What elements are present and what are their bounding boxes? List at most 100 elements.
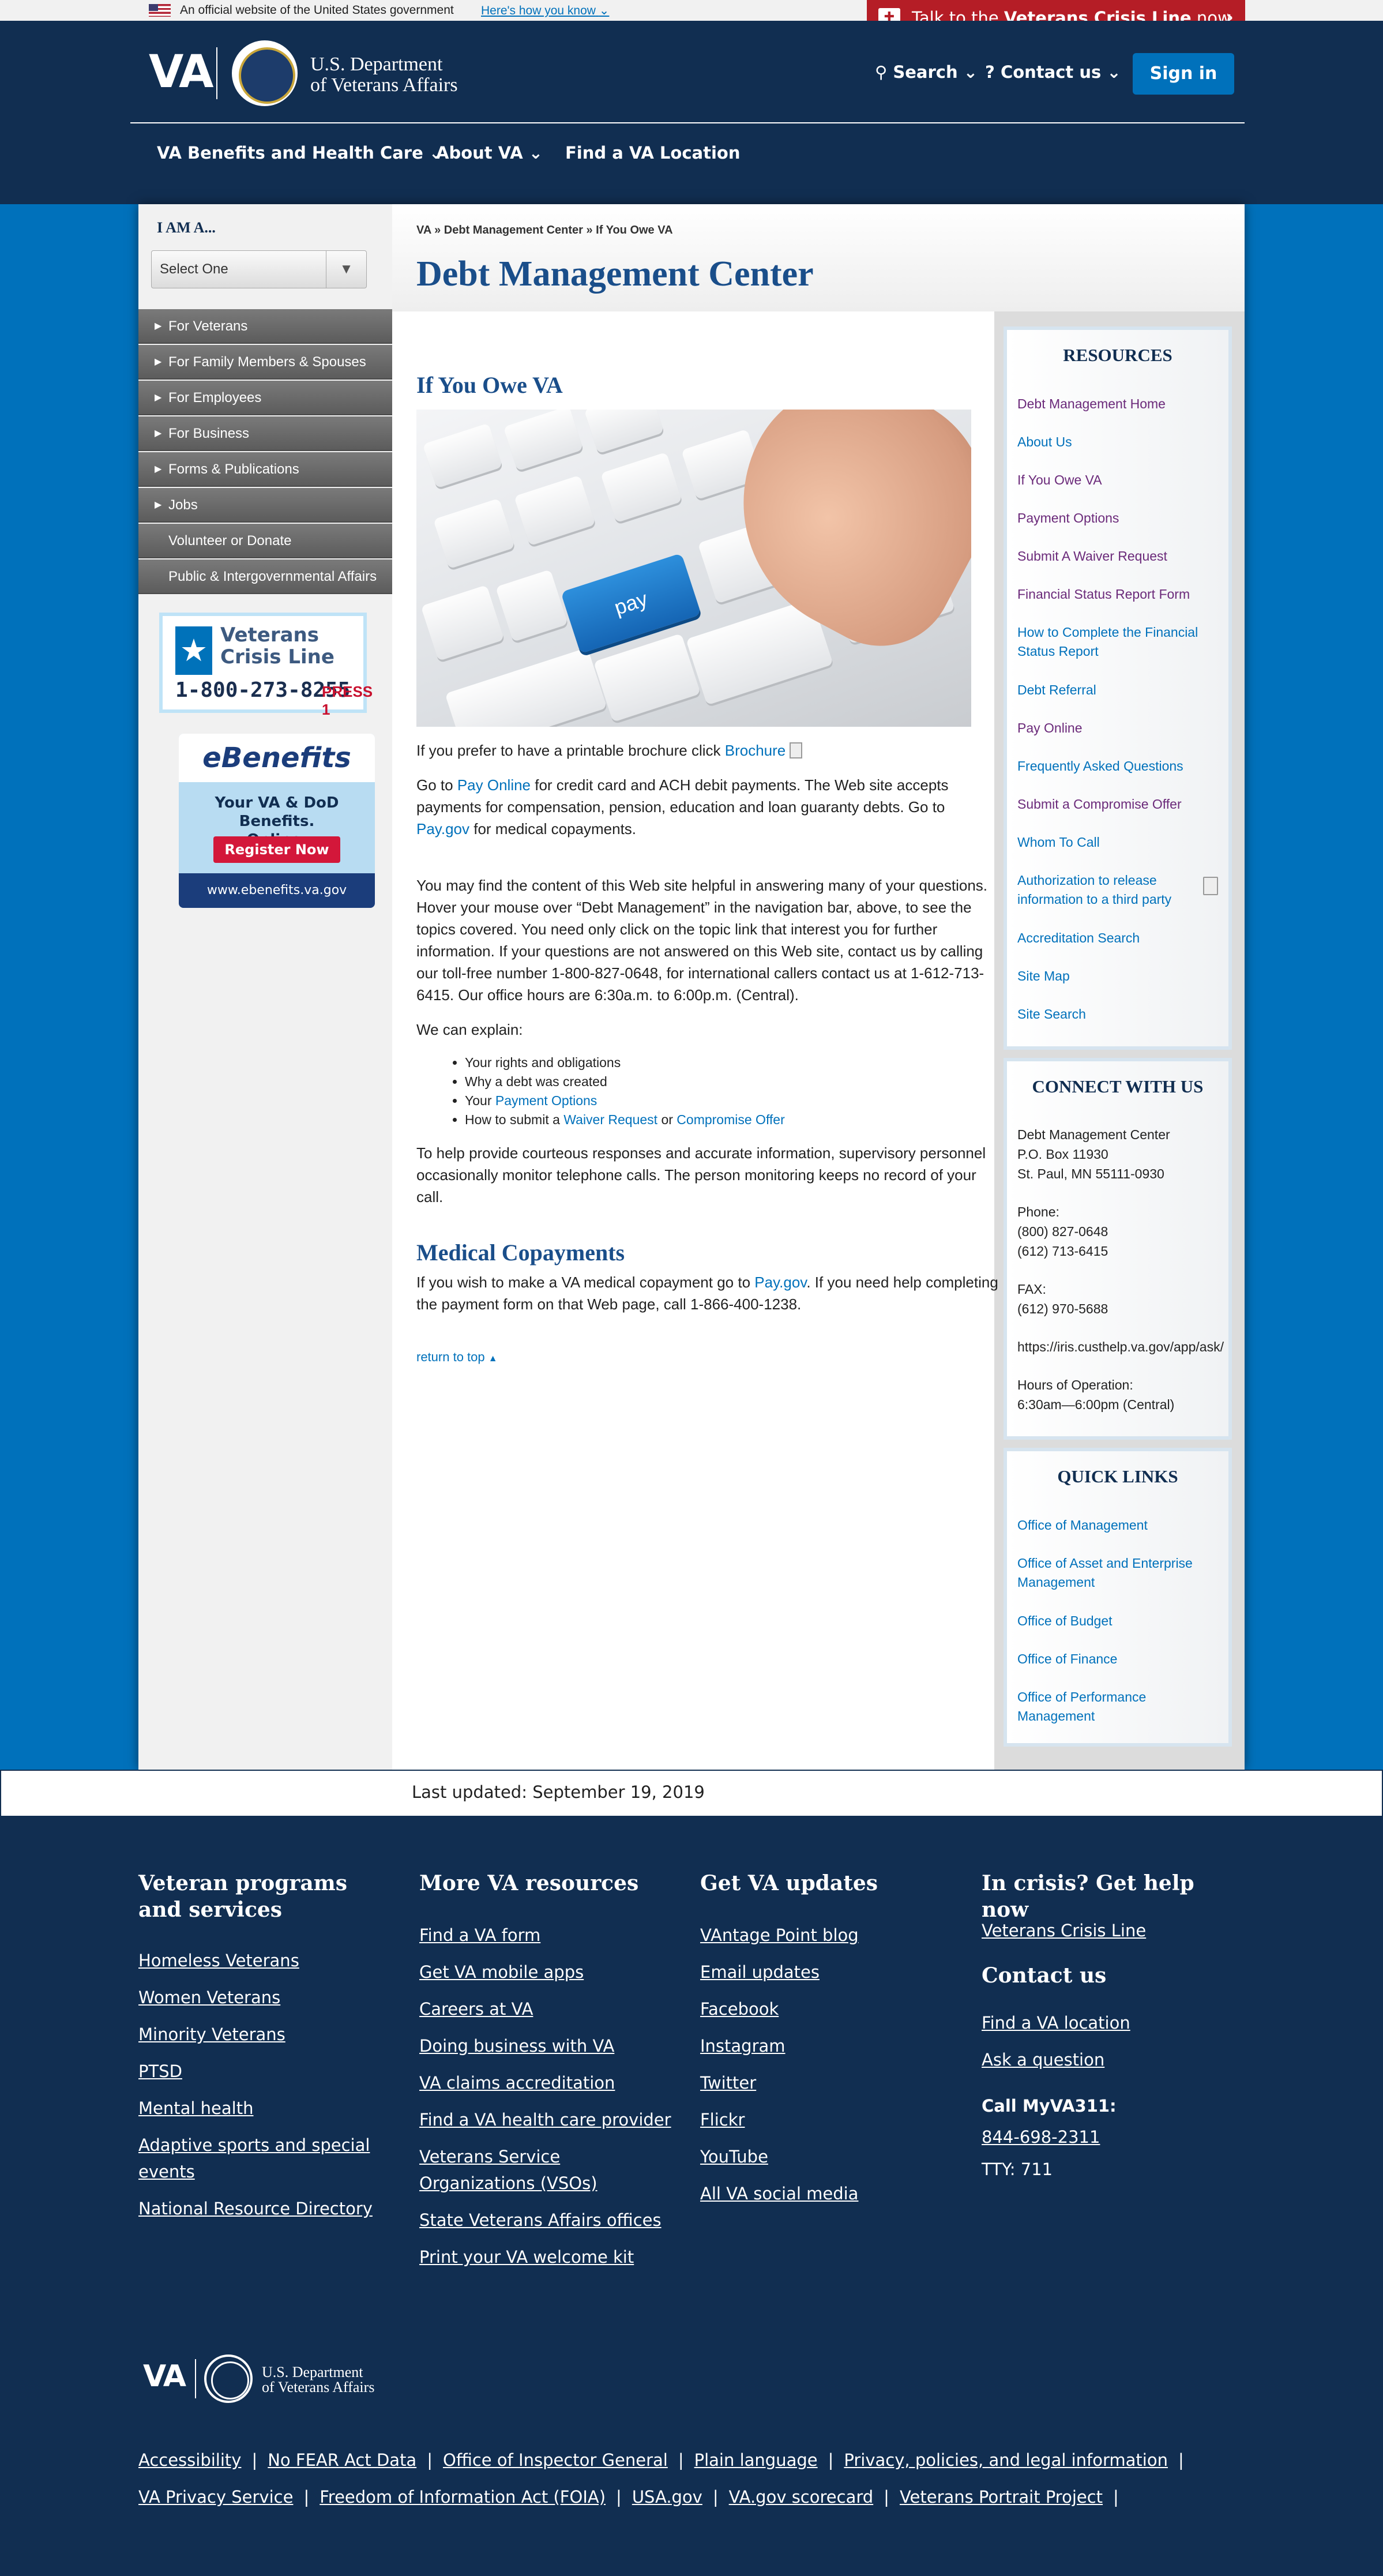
footer-find-location-link[interactable]: Find a VA location (982, 2010, 1130, 2036)
left-nav-forms-publications[interactable]: ▶ Forms & Publications (138, 452, 392, 487)
footer-link[interactable]: Find a VA form (419, 1922, 540, 1948)
i-am-a-heading: I AM A... (157, 219, 216, 236)
footer-link[interactable]: All VA social media (700, 2180, 858, 2207)
resource-link-compromise-offer[interactable]: Submit a Compromise Offer (1017, 795, 1208, 814)
heres-how-label: Here's how you know (481, 4, 596, 17)
left-nav-jobs[interactable]: ▶ Jobs (138, 488, 392, 523)
resource-link-site-search[interactable]: Site Search (1017, 1005, 1208, 1024)
separator: | (884, 2487, 889, 2507)
resource-link-whom-to-call[interactable]: Whom To Call (1017, 833, 1208, 852)
resource-link-authorization[interactable]: Authorization to release information to … (1017, 871, 1190, 909)
left-nav-employees[interactable]: ▶ For Employees (138, 381, 392, 415)
resource-link-accreditation-search[interactable]: Accreditation Search (1017, 929, 1208, 948)
footer-link[interactable]: Find a VA health care provider (419, 2106, 671, 2133)
nav-about-va[interactable]: About VA ⌄ (436, 143, 543, 163)
footer-link[interactable]: VA claims accreditation (419, 2070, 615, 2096)
resource-link-debt-referral[interactable]: Debt Referral (1017, 681, 1208, 700)
footer-bottom-link[interactable]: Veterans Portrait Project (900, 2487, 1103, 2507)
pay-gov-link[interactable]: Pay.gov (754, 1274, 806, 1291)
footer-link[interactable]: Facebook (700, 1996, 779, 2022)
resource-link-payment-options[interactable]: Payment Options (1017, 509, 1208, 528)
footer-link[interactable]: Veterans Service Organizations (VSOs) (419, 2143, 673, 2196)
resource-link-debt-management-home[interactable]: Debt Management Home (1017, 395, 1208, 414)
footer-link[interactable]: State Veterans Affairs offices (419, 2207, 662, 2233)
resource-link-if-you-owe-va[interactable]: If You Owe VA (1017, 471, 1208, 490)
footer-link[interactable]: YouTube (700, 2143, 768, 2170)
footer-link[interactable]: Mental health (138, 2095, 253, 2121)
li3-text: Your (465, 1093, 495, 1108)
keyboard-pay-image: pay (416, 410, 971, 727)
nav-benefits-health-care[interactable]: VA Benefits and Health Care ⌄ (157, 143, 443, 163)
footer-link[interactable]: Instagram (700, 2033, 786, 2059)
quick-link-asset-enterprise[interactable]: Office of Asset and Enterprise Managemen… (1017, 1554, 1208, 1592)
resource-link-faq[interactable]: Frequently Asked Questions (1017, 757, 1208, 776)
footer-bottom-link[interactable]: Office of Inspector General (443, 2450, 668, 2470)
left-nav-family-members[interactable]: ▶ For Family Members & Spouses (138, 345, 392, 380)
footer-link[interactable]: VAntage Point blog (700, 1922, 859, 1948)
quick-link-performance[interactable]: Office of Performance Management (1017, 1688, 1208, 1726)
brochure-link[interactable]: Brochure (725, 742, 786, 759)
i-am-a-select[interactable]: Select One ▼ (151, 250, 367, 288)
left-nav-public-affairs[interactable]: Public & Intergovernmental Affairs (138, 559, 392, 594)
footer-crisis-line-link[interactable]: Veterans Crisis Line (982, 1917, 1146, 1944)
footer-link[interactable]: Flickr (700, 2106, 745, 2133)
footer-link[interactable]: National Resource Directory (138, 2195, 373, 2222)
footer-col-programs: Veteran programs and services Homeless V… (138, 1870, 392, 2218)
resource-link-site-map[interactable]: Site Map (1017, 967, 1208, 986)
payment-options-link[interactable]: Payment Options (495, 1093, 597, 1108)
footer-link[interactable]: Careers at VA (419, 1996, 533, 2022)
footer-link[interactable]: Minority Veterans (138, 2021, 285, 2048)
quick-link-office-of-management[interactable]: Office of Management (1017, 1516, 1208, 1535)
footer-myva-phone[interactable]: 844-698-2311 (982, 2124, 1100, 2150)
pay-gov-link[interactable]: Pay.gov (416, 820, 469, 838)
veterans-crisis-line-banner[interactable]: ★ Veterans Crisis Line 1-800-273-8255 PRE… (159, 613, 373, 718)
footer-va-logo[interactable]: VA (143, 2359, 186, 2394)
footer-ask-question-link[interactable]: Ask a question (982, 2046, 1104, 2073)
resource-link-waiver-request[interactable]: Submit A Waiver Request (1017, 547, 1208, 566)
footer-bottom-link[interactable]: Accessibility (138, 2450, 241, 2470)
footer-link[interactable]: Women Veterans (138, 1984, 280, 2011)
search-menu-button[interactable]: ⚲ Search ⌄ (875, 62, 978, 82)
footer-link[interactable]: Doing business with VA (419, 2033, 614, 2059)
footer-link[interactable]: Email updates (700, 1959, 820, 1985)
pay-online-link[interactable]: Pay Online (457, 776, 531, 794)
heres-how-you-know-link[interactable]: Here's how you know ⌄ (481, 3, 609, 18)
compromise-offer-link[interactable]: Compromise Offer (677, 1112, 784, 1127)
left-nav-business[interactable]: ▶ For Business (138, 416, 392, 451)
footer-bottom-links-row-2: VA Privacy Service | Freedom of Informatio… (138, 2487, 1129, 2507)
waiver-request-link[interactable]: Waiver Request (563, 1112, 657, 1127)
quick-link-budget[interactable]: Office of Budget (1017, 1612, 1208, 1631)
contact-us-menu-button[interactable]: ? Contact us ⌄ (985, 62, 1121, 82)
footer-link[interactable]: Print your VA welcome kit (419, 2244, 634, 2270)
resource-link-how-to-complete-fsr[interactable]: How to Complete the Financial Status Rep… (1017, 623, 1208, 661)
nav-find-va-location[interactable]: Find a VA Location (565, 143, 740, 163)
address-line: Debt Management Center (1017, 1127, 1170, 1142)
footer-bottom-link[interactable]: No FEAR Act Data (268, 2450, 416, 2470)
ebenefits-banner[interactable]: eBenefits Your VA & DoD Benefits.Online.… (179, 734, 375, 908)
footer-link[interactable]: Get VA mobile apps (419, 1959, 584, 1985)
footer-link[interactable]: Homeless Veterans (138, 1947, 299, 1974)
left-nav-for-veterans[interactable]: ▶ For Veterans (138, 309, 392, 344)
footer-bottom-link[interactable]: Plain language (694, 2450, 818, 2470)
separator: | (678, 2450, 684, 2470)
return-to-top-link[interactable]: return to top ▲ (416, 1346, 999, 1370)
ask-va-link[interactable]: https://iris.custhelp.va.gov/app/ask/ (1017, 1337, 1224, 1357)
footer-link[interactable]: Adaptive sports and special events (138, 2132, 392, 2185)
resource-link-financial-status-report-form[interactable]: Financial Status Report Form (1017, 585, 1208, 604)
footer-bottom-link[interactable]: Freedom of Information Act (FOIA) (320, 2487, 606, 2507)
footer-bottom-link[interactable]: Privacy, policies, and legal information (844, 2450, 1168, 2470)
phone-block: Phone: (800) 827-0648 (612) 713-6415 (1017, 1202, 1108, 1261)
footer-link[interactable]: PTSD (138, 2058, 182, 2085)
sign-in-button[interactable]: Sign in (1133, 53, 1234, 95)
footer-bottom-link[interactable]: USA.gov (632, 2487, 702, 2507)
resource-link-pay-online[interactable]: Pay Online (1017, 719, 1208, 738)
nav-label: VA Benefits and Health Care (157, 143, 423, 163)
footer-bottom-link[interactable]: VA.gov scorecard (729, 2487, 874, 2507)
breadcrumb: VA » Debt Management Center » If You Owe… (416, 224, 673, 236)
left-nav-volunteer[interactable]: Volunteer or Donate (138, 524, 392, 558)
footer-link[interactable]: Twitter (700, 2070, 756, 2096)
quick-link-finance[interactable]: Office of Finance (1017, 1650, 1208, 1669)
resource-link-about-us[interactable]: About Us (1017, 433, 1208, 452)
va-logo[interactable]: VA (149, 46, 213, 98)
footer-bottom-link[interactable]: VA Privacy Service (138, 2487, 293, 2507)
